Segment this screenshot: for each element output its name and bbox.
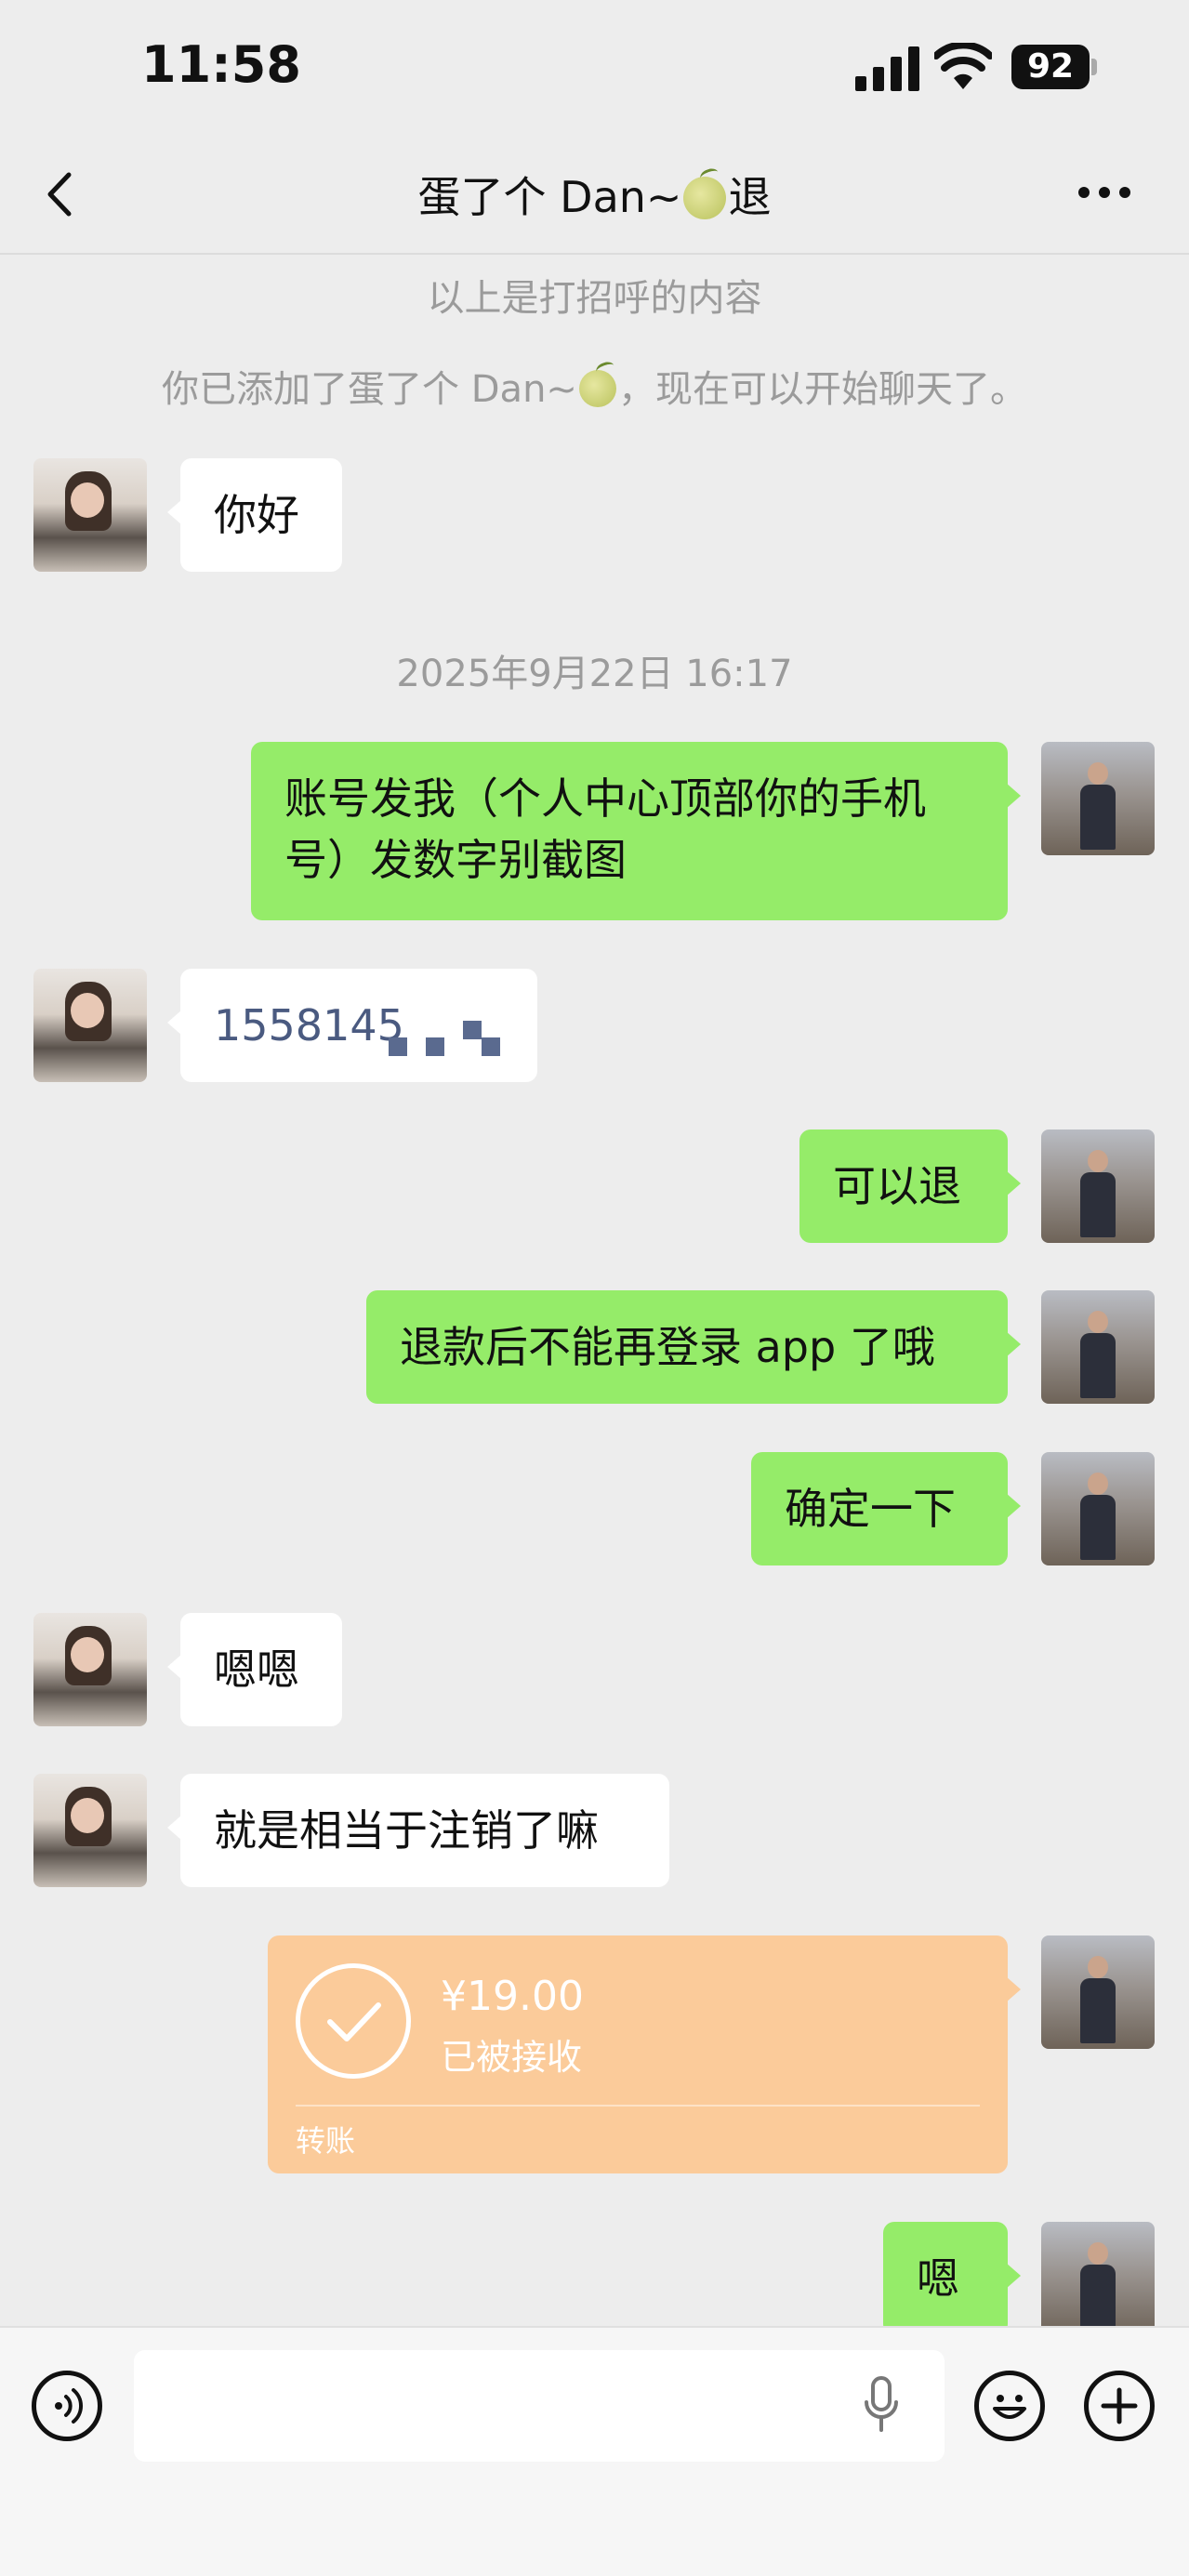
- contact-avatar[interactable]: [33, 1774, 147, 1887]
- battery-level: 92: [1011, 45, 1090, 89]
- melon-emoji-icon: [683, 177, 727, 219]
- contact-avatar[interactable]: [33, 969, 147, 1082]
- message-text: 嗯: [917, 2253, 959, 2304]
- status-time: 11:58: [141, 35, 301, 94]
- message-bubble-outgoing[interactable]: 账号发我（个人中心顶部你的手机号）发数字别截图: [251, 742, 1021, 920]
- message-bubble-outgoing[interactable]: 嗯: [883, 2222, 1021, 2335]
- my-avatar[interactable]: [1041, 1129, 1155, 1243]
- my-avatar[interactable]: [1041, 742, 1155, 855]
- transfer-status: 已被接收: [441, 2037, 583, 2078]
- voice-icon[interactable]: [32, 2371, 102, 2441]
- message-bubble-incoming[interactable]: 你好: [167, 458, 342, 572]
- transfer-card[interactable]: ¥19.00 已被接收 转账: [268, 1935, 1021, 2173]
- transfer-amount: ¥19.00: [441, 1973, 584, 2020]
- contact-avatar[interactable]: [33, 458, 147, 572]
- message-text: 嗯嗯: [214, 1645, 299, 1695]
- message-bubble-outgoing[interactable]: 确定一下: [751, 1452, 1021, 1565]
- message-timestamp: 2025年9月22日 16:17: [396, 653, 793, 695]
- more-icon[interactable]: [1078, 184, 1143, 206]
- emoji-icon[interactable]: [974, 2371, 1045, 2441]
- chat-title: 蛋了个 Dan~ 退: [186, 164, 1003, 225]
- message-bubble-outgoing[interactable]: 退款后不能再登录 app 了哦: [366, 1290, 1021, 1404]
- wifi-icon: [934, 43, 992, 89]
- added-friend-prefix: 你已添加了蛋了个 Dan~: [162, 368, 577, 411]
- greeting-note: 以上是打招呼的内容: [427, 277, 762, 320]
- chat-title-name: 蛋了个 Dan~: [417, 172, 682, 222]
- message-text: 可以退: [833, 1161, 961, 1211]
- my-avatar[interactable]: [1041, 1452, 1155, 1565]
- message-bubble-incoming[interactable]: 就是相当于注销了嘛: [167, 1774, 669, 1887]
- message-text: 退款后不能再登录 app 了哦: [400, 1322, 935, 1372]
- melon-emoji-icon: [578, 370, 616, 407]
- message-text: 账号发我（个人中心顶部你的手机号）发数字别截图: [284, 773, 926, 885]
- pixelation-block: [482, 1037, 500, 1056]
- message-text: 确定一下: [785, 1484, 956, 1534]
- input-bar: [0, 2326, 1189, 2576]
- pixelation-block: [389, 1037, 407, 1056]
- battery-indicator: 92: [1011, 45, 1101, 93]
- back-icon[interactable]: [35, 162, 87, 227]
- added-friend-suffix: ，现在可以开始聊天了。: [617, 368, 1027, 411]
- message-bubble-incoming[interactable]: 嗯嗯: [167, 1613, 342, 1726]
- plus-icon[interactable]: [1084, 2371, 1155, 2441]
- microphone-icon[interactable]: [865, 2376, 898, 2434]
- message-input[interactable]: [134, 2350, 945, 2462]
- pixelation-block: [463, 1021, 482, 1039]
- message-text: 就是相当于注销了嘛: [214, 1805, 599, 1856]
- my-avatar[interactable]: [1041, 1935, 1155, 2049]
- nav-bar: 蛋了个 Dan~ 退: [0, 139, 1189, 255]
- my-avatar[interactable]: [1041, 2222, 1155, 2335]
- signal-icon: [855, 46, 919, 91]
- phone-number-text: 1558145: [214, 1000, 404, 1050]
- message-bubble-incoming[interactable]: 1558145: [167, 969, 537, 1082]
- transfer-divider: [296, 2105, 980, 2107]
- my-avatar[interactable]: [1041, 1290, 1155, 1404]
- transfer-label: 转账: [296, 2123, 356, 2159]
- message-text: 你好: [214, 490, 299, 540]
- added-friend-note: 你已添加了蛋了个 Dan~ ，现在可以开始聊天了。: [0, 359, 1189, 413]
- chat-title-suffix: 退: [728, 172, 772, 222]
- contact-avatar[interactable]: [33, 1613, 147, 1726]
- check-icon: [296, 1963, 411, 2079]
- battery-tip: [1091, 59, 1097, 75]
- message-bubble-outgoing[interactable]: 可以退: [799, 1129, 1021, 1243]
- status-bar: 11:58 92: [0, 0, 1189, 139]
- pixelation-block: [426, 1037, 444, 1056]
